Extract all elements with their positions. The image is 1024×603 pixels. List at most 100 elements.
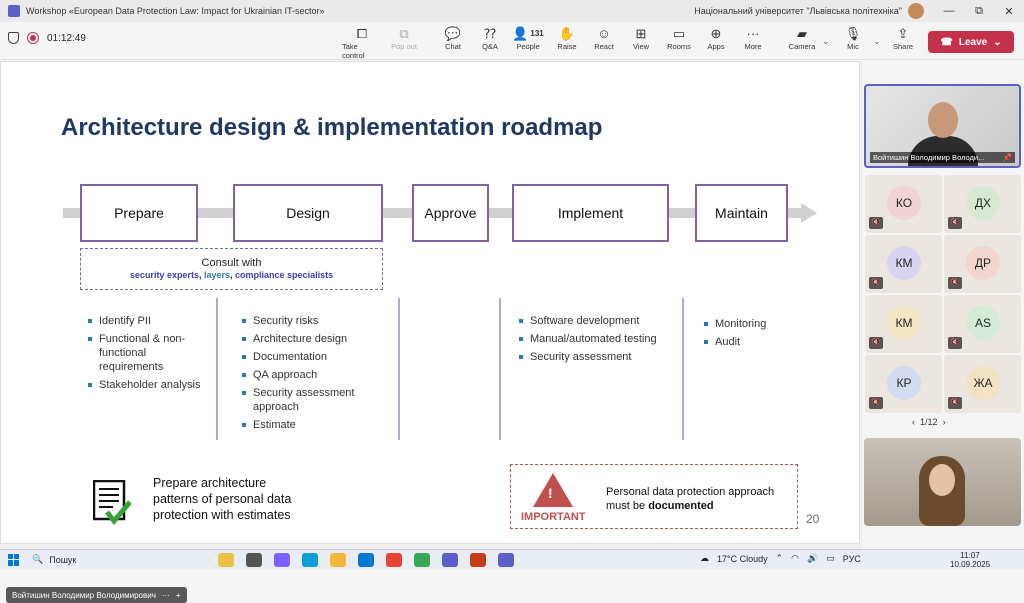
language-indicator[interactable]: РУС — [843, 554, 861, 564]
more-dots-icon[interactable]: ··· — [162, 591, 170, 600]
take-control-button[interactable]: ⧠ Take control — [342, 26, 382, 60]
windows-start-icon[interactable] — [8, 553, 20, 566]
teams-active-icon[interactable] — [498, 552, 514, 567]
qa-button[interactable]: ⁇ Q&A — [470, 26, 510, 51]
presentation-slide: Architecture design & implementation roa… — [0, 61, 860, 544]
mail-icon[interactable] — [358, 552, 374, 567]
list-item: Manual/automated testing — [518, 332, 678, 346]
mic-off-icon: 🔇 — [948, 217, 962, 229]
more-button[interactable]: ··· More — [733, 26, 773, 51]
chevron-left-icon[interactable]: ‹ — [912, 417, 915, 427]
participant-tile[interactable]: AS 🔇 — [944, 295, 1021, 353]
copilot-icon[interactable] — [274, 552, 290, 567]
footer-note: Prepare architecture patterns of persona… — [153, 476, 292, 522]
mic-off-icon: 🔇 — [869, 337, 883, 349]
mic-options-chevron-down-icon[interactable]: ⌄ — [873, 36, 881, 47]
people-icon: 👤 131 — [512, 26, 544, 41]
edge-icon[interactable] — [302, 552, 318, 567]
presenter-video[interactable]: Войтишин Володимир Володи... 📌 — [864, 84, 1021, 168]
leave-button[interactable]: ☎ Leave ⌄ — [928, 31, 1014, 53]
minimize-button[interactable]: — — [934, 5, 964, 17]
organization-name[interactable]: Національний університет "Львівська полі… — [694, 6, 902, 16]
avatar: AS — [966, 306, 1000, 340]
mic-off-icon: 🎙 — [844, 26, 862, 41]
widgets-icon[interactable] — [218, 552, 234, 567]
taskbar-search[interactable]: 🔍 Пошук — [32, 554, 212, 565]
participant-tile[interactable]: КР 🔇 — [865, 355, 942, 413]
participants-panel: Войтишин Володимир Володи... 📌 КО 🔇 ДХ 🔇 КМ… — [862, 61, 1024, 549]
mic-off-icon: 🔇 — [948, 337, 962, 349]
file-explorer-icon[interactable] — [330, 552, 346, 567]
list-item: Security assessment — [518, 350, 678, 364]
stage-implement: Implement — [512, 184, 669, 242]
stage-design: Design — [233, 184, 383, 242]
avatar: КР — [887, 366, 921, 400]
important-text: Personal data protection approach must b… — [606, 486, 775, 512]
pager-label: 1/12 — [920, 417, 938, 427]
apps-button[interactable]: ⊕ Apps — [696, 26, 736, 51]
chrome-profile-icon[interactable] — [414, 552, 430, 567]
mic-button[interactable]: 🎙 Mic — [833, 26, 873, 51]
video-name-label: Войтишин Володимир Володи... — [873, 153, 985, 162]
share-button[interactable]: ⇪ Share — [883, 26, 923, 51]
participant-tile[interactable]: ДХ 🔇 — [944, 175, 1021, 233]
tray-chevron-up-icon[interactable]: ⌃ — [776, 553, 784, 564]
participant-tile[interactable]: КМ 🔇 — [865, 295, 942, 353]
people-button[interactable]: 👤 131 People — [508, 26, 548, 51]
participant-tile[interactable]: КО 🔇 — [865, 175, 942, 233]
weather-text[interactable]: 17°C Cloudy — [717, 554, 768, 564]
mic-off-icon: 🔇 — [869, 397, 883, 409]
shield-icon[interactable] — [8, 32, 19, 44]
battery-icon[interactable]: ▭ — [826, 553, 835, 564]
participant-tile[interactable]: КМ 🔇 — [865, 235, 942, 293]
column-divider — [398, 298, 400, 440]
leave-chevron-down-icon[interactable]: ⌄ — [993, 37, 1001, 48]
window-title: Workshop «European Data Protection Law: … — [26, 6, 325, 16]
list-item: Security assessment approach — [241, 386, 391, 414]
stage-approve: Approve — [412, 184, 489, 242]
pop-out-button[interactable]: ⧉ Pop out — [384, 26, 424, 51]
slide-page-number: 20 — [806, 512, 820, 526]
participant-video[interactable] — [864, 438, 1021, 526]
pin-icon[interactable]: 📌 — [1003, 153, 1012, 162]
teams-icon[interactable] — [442, 552, 458, 567]
important-callout: ! IMPORTANT Personal data protection app… — [510, 464, 798, 529]
powerpoint-icon[interactable] — [470, 552, 486, 567]
mic-off-icon: 🔇 — [948, 277, 962, 289]
volume-icon[interactable]: 🔊 — [807, 553, 818, 564]
pop-out-icon: ⧉ — [399, 26, 409, 41]
camera-button[interactable]: ▰ Camera — [782, 26, 822, 51]
view-button[interactable]: ⊞ View — [621, 26, 661, 51]
react-button[interactable]: ☺ React — [584, 26, 624, 51]
qa-icon: ⁇ — [484, 26, 496, 41]
presenter-name-chip[interactable]: Войтишин Володимир Володимирович ··· + — [6, 587, 187, 603]
raise-hand-button[interactable]: ✋ Raise — [547, 26, 587, 51]
close-window-button[interactable]: ✕ — [994, 5, 1024, 18]
rooms-button[interactable]: ▭ Rooms — [659, 26, 699, 51]
list-item: Security risks — [241, 314, 391, 328]
stage-maintain: Maintain — [695, 184, 788, 242]
chevron-right-icon[interactable]: › — [943, 417, 946, 427]
taskbar-clock[interactable]: 11:07 10.09.2025 — [950, 551, 990, 569]
wifi-icon[interactable]: ◠ — [791, 553, 799, 564]
list-item: Monitoring — [703, 317, 823, 331]
participant-tile[interactable]: ДР 🔇 — [944, 235, 1021, 293]
list-item: Estimate — [241, 418, 391, 432]
title-bar: Workshop «European Data Protection Law: … — [0, 0, 1024, 22]
weather-icon[interactable]: ☁ — [700, 553, 709, 564]
task-view-icon[interactable] — [246, 552, 262, 567]
rooms-icon: ▭ — [672, 26, 686, 41]
implement-list: Software development Manual/automated te… — [518, 314, 678, 368]
participant-tile[interactable]: ЖА 🔇 — [944, 355, 1021, 413]
chrome-icon[interactable] — [386, 552, 402, 567]
mic-off-icon: 🔇 — [869, 217, 883, 229]
chat-button[interactable]: 💬 Chat — [433, 26, 473, 51]
plus-icon[interactable]: + — [176, 591, 181, 600]
list-item: Architecture design — [241, 332, 391, 346]
column-divider — [499, 298, 501, 440]
list-item: Identify PII — [87, 314, 211, 328]
consult-heading: Consult with — [201, 257, 262, 269]
account-avatar[interactable] — [908, 3, 924, 19]
restore-button[interactable]: ⧉ — [964, 5, 994, 18]
camera-options-chevron-down-icon[interactable]: ⌄ — [822, 36, 830, 47]
